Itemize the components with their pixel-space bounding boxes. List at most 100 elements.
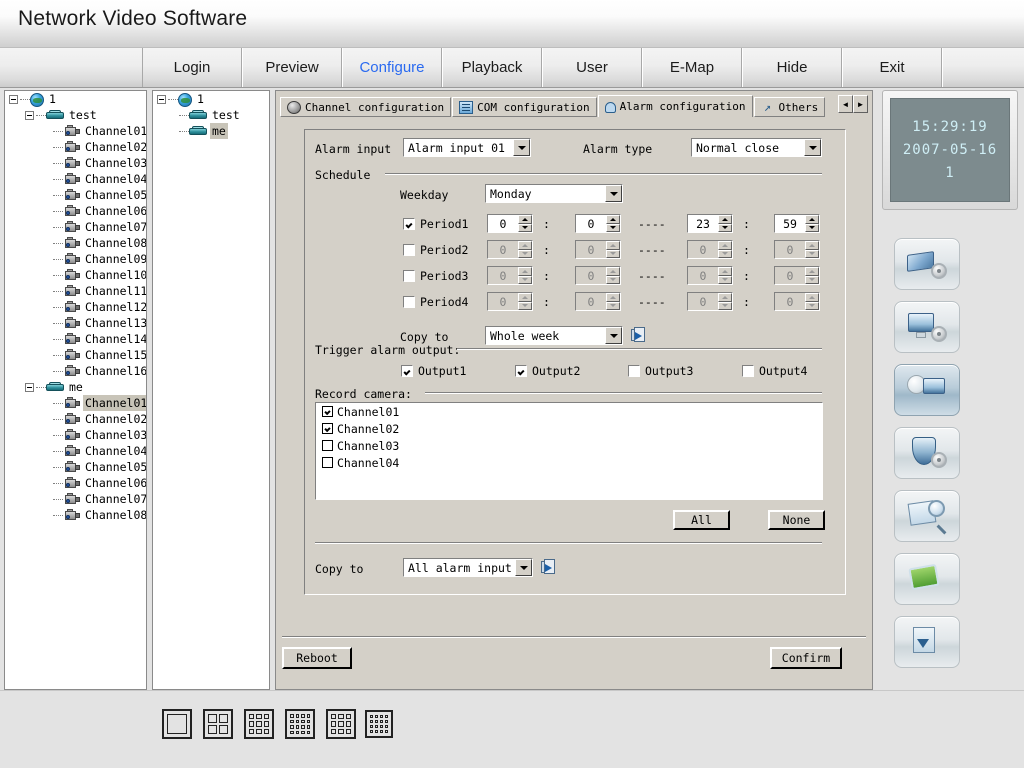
config-tab-alarm-configuration[interactable]: Alarm configuration — [597, 95, 753, 117]
spinner-buttons[interactable] — [518, 215, 532, 232]
output-3-checkbox[interactable] — [628, 365, 640, 377]
config-tab-com-configuration[interactable]: COM configuration — [452, 97, 597, 117]
alarm-type-select[interactable]: Normal close — [691, 138, 822, 157]
chevron-down-icon[interactable] — [804, 139, 821, 156]
tab-scroll-left-button[interactable]: ◄ — [838, 95, 853, 113]
log-button[interactable] — [894, 553, 960, 605]
output-1-row[interactable]: Output1 — [401, 364, 466, 378]
layout-8-button[interactable] — [285, 709, 315, 739]
security-config-button[interactable] — [894, 427, 960, 479]
output-2-checkbox[interactable] — [515, 365, 527, 377]
tree-channel-node[interactable]: Channel15 — [5, 347, 146, 363]
tree-channel-node[interactable]: Channel05 — [5, 459, 146, 475]
record-camera-item[interactable]: Channel03 — [316, 437, 822, 454]
layout-1-button[interactable] — [162, 709, 192, 739]
tree-channel-node[interactable]: Channel11 — [5, 283, 146, 299]
tree-channel-node[interactable]: Channel06 — [5, 475, 146, 491]
tree-expander-icon[interactable] — [25, 111, 34, 120]
menu-item-login[interactable]: Login — [142, 48, 242, 87]
copy-input-apply-icon[interactable] — [541, 559, 557, 575]
tree-channel-node[interactable]: Channel03 — [5, 155, 146, 171]
tree-channel-node[interactable]: Channel01 — [5, 395, 146, 411]
layout-9-button[interactable] — [326, 709, 356, 739]
period-3-checkbox[interactable] — [403, 270, 415, 282]
copy-to-week-select[interactable]: Whole week — [485, 326, 623, 345]
spinner-down-icon[interactable] — [805, 223, 819, 232]
output-1-checkbox[interactable] — [401, 365, 413, 377]
search-button[interactable] — [894, 490, 960, 542]
tree-channel-node[interactable]: Channel12 — [5, 299, 146, 315]
tree-channel-node[interactable]: Channel01 — [5, 123, 146, 139]
copy-week-apply-icon[interactable] — [631, 327, 647, 343]
tree-expander-icon[interactable] — [157, 95, 166, 104]
exit-button[interactable] — [894, 616, 960, 668]
record-camera-item[interactable]: Channel01 — [316, 403, 822, 420]
period-1-start-hour[interactable]: 0 — [487, 214, 533, 233]
select-all-button[interactable]: All — [673, 510, 730, 530]
tree-channel-node[interactable]: Channel07 — [5, 219, 146, 235]
tab-scroll-right-button[interactable]: ► — [853, 95, 868, 113]
spinner-down-icon[interactable] — [518, 223, 532, 232]
chevron-down-icon[interactable] — [605, 327, 622, 344]
period-1-row[interactable]: Period1 — [403, 217, 468, 231]
layout-16-button[interactable] — [365, 710, 393, 738]
tree-channel-node[interactable]: Channel10 — [5, 267, 146, 283]
output-4-checkbox[interactable] — [742, 365, 754, 377]
chevron-down-icon[interactable] — [605, 185, 622, 202]
spinner-up-icon[interactable] — [518, 215, 532, 224]
tree-channel-node[interactable]: Channel08 — [5, 507, 146, 523]
tree-channel-node[interactable]: Channel08 — [5, 235, 146, 251]
tree-channel-node[interactable]: Channel02 — [5, 411, 146, 427]
alarm-input-select[interactable]: Alarm input 01 — [403, 138, 531, 157]
period-4-row[interactable]: Period4 — [403, 295, 468, 309]
reboot-button[interactable]: Reboot — [282, 647, 352, 669]
tree-expander-icon[interactable] — [9, 95, 18, 104]
device-tree-panel[interactable]: 1 test Channel01 Channel02 Channel03 Channel0… — [4, 90, 147, 690]
period-3-row[interactable]: Period3 — [403, 269, 468, 283]
record-camera-item[interactable]: Channel02 — [316, 420, 822, 437]
tree-channel-node[interactable]: Channel02 — [5, 139, 146, 155]
menu-item-playback[interactable]: Playback — [442, 48, 542, 87]
output-2-row[interactable]: Output2 — [515, 364, 580, 378]
spinner-up-icon[interactable] — [718, 215, 732, 224]
tree-root-node[interactable]: 1 — [5, 91, 146, 107]
tree-group-test[interactable]: test — [5, 107, 146, 123]
tree-channel-node[interactable]: Channel14 — [5, 331, 146, 347]
config-tab-others[interactable]: ↗ Others — [753, 97, 826, 117]
spinner-buttons[interactable] — [606, 215, 620, 232]
tree-channel-node[interactable]: Channel03 — [5, 427, 146, 443]
spinner-down-icon[interactable] — [606, 223, 620, 232]
menu-item-preview[interactable]: Preview — [242, 48, 342, 87]
config-tab-channel-configuration[interactable]: Channel configuration — [280, 97, 452, 117]
period-1-start-minute[interactable]: 0 — [575, 214, 621, 233]
spinner-down-icon[interactable] — [718, 223, 732, 232]
menu-item-e-map[interactable]: E-Map — [642, 48, 742, 87]
tree-channel-node[interactable]: Channel04 — [5, 171, 146, 187]
tree-channel-node[interactable]: Channel04 — [5, 443, 146, 459]
output-3-row[interactable]: Output3 — [628, 364, 693, 378]
output-4-row[interactable]: Output4 — [742, 364, 807, 378]
copy-to-input-select[interactable]: All alarm input — [403, 558, 533, 577]
period-1-checkbox[interactable] — [403, 218, 415, 230]
spinner-up-icon[interactable] — [805, 215, 819, 224]
network-config-button[interactable] — [894, 364, 960, 416]
menu-item-hide[interactable]: Hide — [742, 48, 842, 87]
menu-item-user[interactable]: User — [542, 48, 642, 87]
spinner-up-icon[interactable] — [606, 215, 620, 224]
tree-channel-node[interactable]: Channel16 — [5, 363, 146, 379]
menu-item-exit[interactable]: Exit — [842, 48, 942, 87]
tree-channel-node[interactable]: Channel05 — [5, 187, 146, 203]
layout-4-button[interactable] — [203, 709, 233, 739]
record-camera-checkbox[interactable] — [322, 457, 333, 468]
device-list-panel[interactable]: 1 test me — [152, 90, 270, 690]
device-config-button[interactable] — [894, 238, 960, 290]
weekday-select[interactable]: Monday — [485, 184, 623, 203]
record-camera-checkbox[interactable] — [322, 406, 333, 417]
tree-channel-node[interactable]: Channel13 — [5, 315, 146, 331]
period-2-checkbox[interactable] — [403, 244, 415, 256]
layout-6-button[interactable] — [244, 709, 274, 739]
record-camera-checkbox[interactable] — [322, 440, 333, 451]
record-camera-checkbox[interactable] — [322, 423, 333, 434]
list-device-me[interactable]: me — [153, 123, 269, 139]
menu-item-configure[interactable]: Configure — [342, 48, 442, 87]
